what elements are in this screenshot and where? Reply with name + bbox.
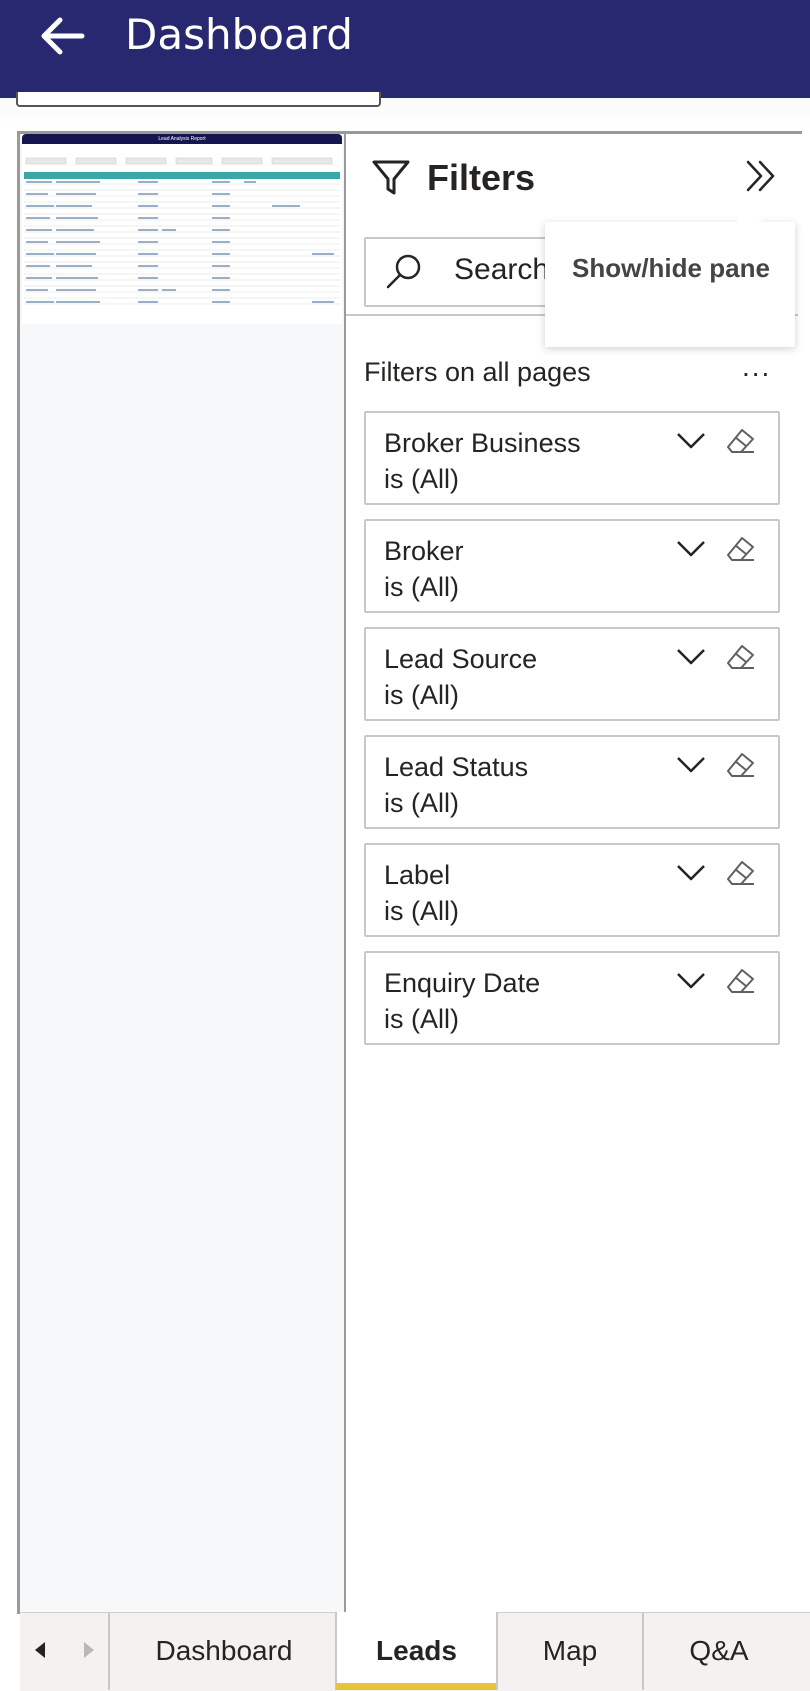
page-title: Dashboard xyxy=(125,10,353,59)
more-options-icon[interactable]: ... xyxy=(742,352,771,382)
filter-condition: is (All) xyxy=(384,1004,459,1034)
filter-name: Enquiry Date xyxy=(384,968,541,998)
tab-separator xyxy=(108,1612,110,1690)
filter-condition: is (All) xyxy=(384,464,459,494)
caret-left-icon[interactable] xyxy=(33,1640,47,1660)
tab-qa[interactable]: Q&A xyxy=(644,1612,794,1690)
filters-pane-title: Filters xyxy=(427,157,536,198)
arrow-left-icon[interactable] xyxy=(38,16,86,56)
chevron-down-icon[interactable] xyxy=(676,431,706,451)
eraser-icon[interactable] xyxy=(726,535,756,563)
filter-name: Broker Business xyxy=(384,428,581,458)
chevron-down-icon[interactable] xyxy=(676,971,706,991)
search-placeholder: Search xyxy=(454,253,550,286)
tab-dashboard[interactable]: Dashboard xyxy=(113,1612,335,1690)
active-tab-indicator xyxy=(336,1683,496,1690)
eraser-icon[interactable] xyxy=(726,751,756,779)
tooltip-text: Show/hide pane xyxy=(572,253,770,283)
app-bar: Dashboard xyxy=(0,0,810,98)
eraser-icon[interactable] xyxy=(726,967,756,995)
eraser-icon[interactable] xyxy=(726,643,756,671)
filter-card-enquiry-date[interactable]: Enquiry Date is (All) xyxy=(364,951,780,1045)
tooltip-arrow xyxy=(735,207,763,223)
filter-condition: is (All) xyxy=(384,572,459,602)
filter-card-broker-business[interactable]: Broker Business is (All) xyxy=(364,411,780,505)
filter-name: Label xyxy=(384,860,451,890)
chevron-down-icon[interactable] xyxy=(676,755,706,775)
report-table-thumbnail xyxy=(24,157,340,305)
filter-card-lead-status[interactable]: Lead Status is (All) xyxy=(364,735,780,829)
search-icon xyxy=(386,254,421,289)
report-thumbnail: Lead Analysis Report xyxy=(22,134,342,324)
collapsed-toolbar-button[interactable] xyxy=(16,92,381,107)
filter-card-label[interactable]: Label is (All) xyxy=(364,843,780,937)
report-preview: Lead Analysis Report xyxy=(20,134,346,1612)
filters-section-title: Filters on all pages xyxy=(364,357,591,387)
filter-condition: is (All) xyxy=(384,896,459,926)
filter-name: Broker xyxy=(384,536,464,566)
filter-card-lead-source[interactable]: Lead Source is (All) xyxy=(364,627,780,721)
eraser-icon[interactable] xyxy=(726,427,756,455)
chevron-down-icon[interactable] xyxy=(676,647,706,667)
caret-right-icon[interactable] xyxy=(82,1640,96,1660)
tab-map[interactable]: Map xyxy=(498,1612,642,1690)
filter-funnel-icon xyxy=(372,160,410,195)
tab-leads[interactable]: Leads xyxy=(337,1612,496,1690)
filter-name: Lead Source xyxy=(384,644,538,674)
filter-name: Lead Status xyxy=(384,752,529,782)
report-header: Lead Analysis Report xyxy=(22,134,342,144)
chevron-down-icon[interactable] xyxy=(676,863,706,883)
filter-condition: is (All) xyxy=(384,788,459,818)
chevron-down-icon[interactable] xyxy=(676,539,706,559)
chevron-double-right-icon[interactable] xyxy=(744,158,778,194)
show-hide-pane-tooltip: Show/hide pane xyxy=(545,222,795,347)
eraser-icon[interactable] xyxy=(726,859,756,887)
filter-condition: is (All) xyxy=(384,680,459,710)
filter-card-broker[interactable]: Broker is (All) xyxy=(364,519,780,613)
